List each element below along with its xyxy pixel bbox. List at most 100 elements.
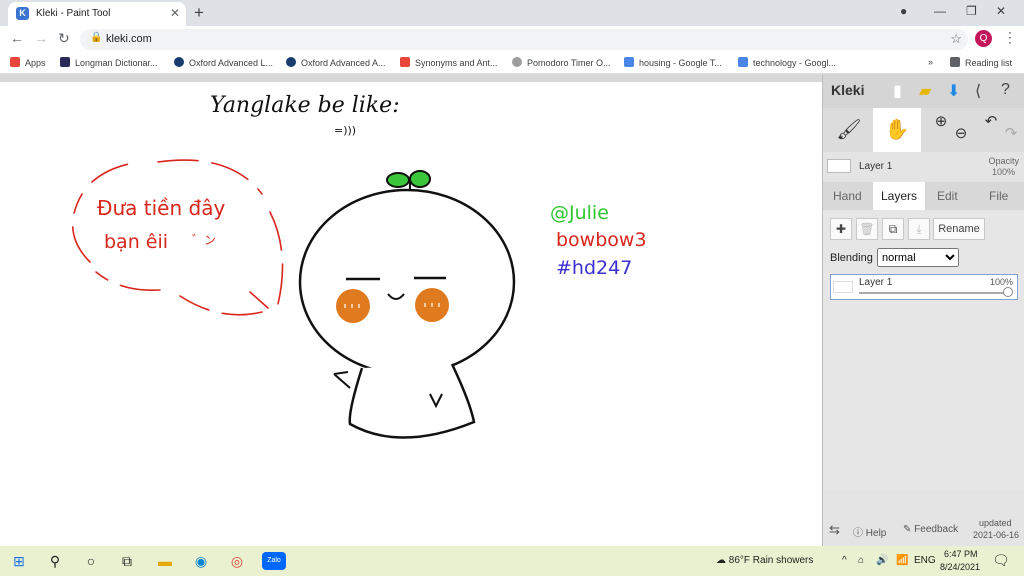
cortana-icon[interactable]: ○ (82, 552, 100, 570)
new-image-icon[interactable]: ▮ (893, 81, 902, 101)
duplicate-layer-icon[interactable]: ⧉ (882, 218, 904, 240)
bookmark-item[interactable]: Pomodoro Timer O... (512, 57, 611, 68)
tray-chevron-icon[interactable]: ^ (842, 555, 847, 566)
canvas-area: Yanglake be like: =))) Đưa tiền đây bạn … (0, 74, 822, 546)
layer-row[interactable]: Layer 1 100% (830, 274, 1018, 300)
layer-opacity-slider[interactable] (859, 292, 1009, 294)
google-sheets-icon (738, 57, 748, 67)
drawing-artwork: Yanglake be like: =))) Đưa tiền đây bạn … (71, 93, 647, 439)
zalo-icon[interactable]: Zalo (262, 552, 286, 570)
speech-line-2: bạn êii (104, 231, 168, 253)
download-icon[interactable]: ⬇ (947, 81, 960, 101)
current-layer-name: Layer 1 (859, 161, 893, 172)
hand-tool-icon[interactable]: ✋ (873, 108, 921, 152)
url-field[interactable]: 🔒 kleki.com ☆ (80, 29, 968, 50)
bookmark-item[interactable]: Longman Dictionar... (60, 57, 158, 68)
close-window-icon[interactable]: ✕ (996, 4, 1006, 18)
layer-row-opacity: 100% (989, 277, 1013, 287)
feedback-icon: ✎ (903, 524, 912, 535)
tab-title: Kleki - Paint Tool (36, 8, 111, 19)
bookmark-item[interactable]: Oxford Advanced L... (174, 57, 273, 68)
apps-grid-icon (10, 57, 20, 67)
clock-date[interactable]: 8/24/2021 (940, 562, 980, 572)
browser-tab-bar: K Kleki - Paint Tool ✕ + ● — ❐ ✕ (0, 0, 1024, 26)
kleki-logo: Kleki (831, 82, 865, 98)
character-drawing (298, 170, 516, 439)
sidebar-header: Kleki ▮ ▰ ⬇ ⟨ ? (823, 74, 1024, 108)
edge-icon[interactable]: ◉ (192, 552, 210, 570)
google-sheets-icon (624, 57, 634, 67)
bookmark-star-icon[interactable]: ☆ (950, 31, 962, 47)
credit-julie: @Julie (550, 202, 609, 224)
notifications-icon[interactable]: 🗨 (992, 552, 1010, 569)
rename-button[interactable]: Rename (933, 218, 985, 240)
back-icon[interactable]: ← (10, 30, 24, 46)
bookmark-item[interactable]: Synonyms and Ant... (400, 57, 498, 68)
tool-row: 🖌 ✋ ⊕ ⊖ ↶ ↷ (823, 108, 1024, 152)
browser-tab[interactable]: K Kleki - Paint Tool ✕ (8, 2, 186, 26)
updated-date: 2021-06-16 (973, 530, 1020, 540)
sidebar-footer: ⇆ ⓘ Help ✎ Feedback updated 2021-06-16 (823, 516, 1024, 546)
help-circle-icon[interactable]: ? (1001, 81, 1010, 99)
clock-time[interactable]: 6:47 PM (944, 549, 978, 559)
chrome-menu-icon[interactable]: ⋮ (1003, 29, 1017, 46)
bookmark-item[interactable]: Apps (10, 57, 46, 68)
opacity-value: 100% (991, 167, 1015, 177)
bookmarks-overflow[interactable]: » (928, 57, 933, 67)
file-explorer-icon[interactable]: ▬ (156, 552, 174, 570)
windows-start-icon[interactable]: ⊞ (10, 552, 28, 570)
layer-opacity-handle[interactable] (1003, 287, 1013, 297)
delete-layer-icon[interactable]: 🗑 (856, 218, 878, 240)
face-note: =))) (334, 124, 356, 137)
reload-icon[interactable]: ↻ (58, 30, 70, 47)
tab-hand[interactable]: Hand (833, 182, 862, 210)
new-tab-icon[interactable]: + (194, 3, 204, 23)
volume-icon[interactable]: 🔊 (876, 555, 888, 566)
profile-avatar[interactable]: Q (975, 30, 992, 47)
wifi-icon[interactable]: 📶 (896, 555, 908, 566)
help-link[interactable]: ⓘ Help (853, 524, 886, 539)
address-bar-row: ← → ↻ 🔒 kleki.com ☆ (0, 26, 1024, 52)
profile-menu-icon[interactable]: ● (900, 4, 907, 18)
lock-icon: 🔒 (90, 32, 103, 43)
drawing-canvas[interactable]: Yanglake be like: =))) Đưa tiền đây bạn … (0, 82, 822, 546)
merge-down-icon[interactable]: ⤓ (908, 218, 930, 240)
kleki-sidebar: Kleki ▮ ▰ ⬇ ⟨ ? 🖌 ✋ ⊕ ⊖ ↶ ↷ Layer 1 Opac… (822, 74, 1024, 546)
network-icon[interactable]: ⌂ (858, 555, 864, 566)
bookmark-favicon-icon (286, 57, 296, 67)
layer-row-name: Layer 1 (859, 277, 893, 288)
reading-list-icon (950, 57, 960, 67)
restore-icon[interactable]: ❐ (966, 4, 977, 18)
blending-label: Blending (830, 252, 873, 264)
weather-widget[interactable]: ☁ 86°F Rain showers (716, 555, 813, 566)
brush-tool-icon[interactable]: 🖌 (825, 108, 873, 152)
layer-row-thumbnail (833, 281, 853, 293)
chrome-icon[interactable]: ◎ (228, 552, 246, 570)
drawing-title: Yanglake be like: (210, 93, 400, 118)
bookmark-item[interactable]: housing - Google T... (624, 57, 722, 68)
speech-smiley: ゛ン (192, 233, 216, 247)
minimize-icon[interactable]: — (934, 4, 946, 18)
search-icon[interactable]: ⚲ (46, 552, 64, 570)
reading-list[interactable]: Reading list (950, 57, 1012, 68)
language-indicator[interactable]: ENG (914, 555, 936, 566)
forward-icon[interactable]: → (34, 30, 48, 46)
close-tab-icon[interactable]: ✕ (170, 6, 180, 20)
blending-select[interactable]: normal (877, 248, 959, 267)
bookmark-item[interactable]: technology - Googl... (738, 57, 836, 68)
sidebar-tabs: Hand Layers Edit File (823, 182, 1024, 210)
bookmark-favicon-icon (400, 57, 410, 67)
add-layer-icon[interactable]: ✚ (830, 218, 852, 240)
tab-edit[interactable]: Edit (937, 182, 958, 210)
tab-file[interactable]: File (989, 182, 1008, 210)
open-folder-icon[interactable]: ▰ (919, 81, 931, 101)
swap-sides-icon[interactable]: ⇆ (829, 522, 840, 538)
task-view-icon[interactable]: ⧉ (118, 552, 136, 570)
credit-bowbow: bowbow3 (556, 229, 647, 251)
kleki-favicon-icon: K (16, 7, 29, 20)
bookmark-item[interactable]: Oxford Advanced A... (286, 57, 386, 68)
share-icon[interactable]: ⟨ (975, 81, 981, 101)
windows-taskbar: ⊞ ⚲ ○ ⧉ ▬ ◉ ◎ Zalo ☁ 86°F Rain showers ^… (0, 546, 1024, 576)
feedback-link[interactable]: ✎ Feedback (903, 524, 958, 535)
tab-layers[interactable]: Layers (873, 182, 926, 210)
